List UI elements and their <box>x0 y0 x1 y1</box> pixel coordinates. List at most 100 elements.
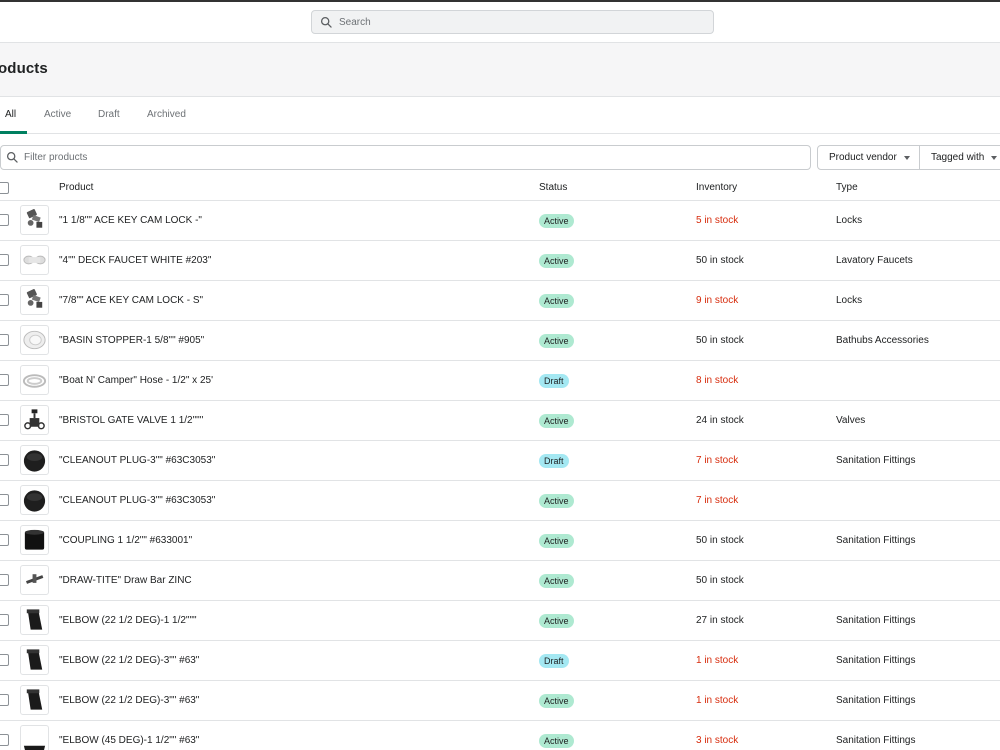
product-type: Valves <box>836 415 866 426</box>
tab-bar: All Active Draft Archived <box>0 97 1000 134</box>
inventory-count: 50 in stock <box>696 575 744 586</box>
product-vendor-dropdown[interactable]: Product vendor <box>817 145 920 170</box>
active-tab-indicator <box>0 131 27 134</box>
row-checkbox[interactable] <box>0 294 9 306</box>
product-thumbnail <box>20 445 49 475</box>
product-name[interactable]: "ELBOW (22 1/2 DEG)-1 1/2""" <box>59 615 197 626</box>
product-thumbnail <box>20 325 49 355</box>
product-type: Sanitation Fittings <box>836 455 916 466</box>
product-name[interactable]: "7/8"" ACE KEY CAM LOCK - S" <box>59 295 203 306</box>
tab-draft[interactable]: Draft <box>98 109 120 120</box>
top-bar: Search <box>0 2 1000 43</box>
product-thumbnail <box>20 485 49 515</box>
product-name[interactable]: "BASIN STOPPER-1 5/8"" #905" <box>59 335 204 346</box>
product-name[interactable]: "ELBOW (22 1/2 DEG)-3"" #63" <box>59 655 199 666</box>
product-name[interactable]: "Boat N' Camper" Hose - 1/2" x 25' <box>59 375 213 386</box>
table-row[interactable]: "ELBOW (22 1/2 DEG)-3"" #63" Draft 1 in st… <box>0 641 1000 681</box>
table-row[interactable]: "ELBOW (22 1/2 DEG)-3"" #63" Active 1 in s… <box>0 681 1000 721</box>
select-all-checkbox[interactable] <box>0 182 9 194</box>
inventory-count: 5 in stock <box>696 215 739 226</box>
tagged-with-dropdown[interactable]: Tagged with <box>919 145 1000 170</box>
tab-active[interactable]: Active <box>44 109 71 120</box>
row-checkbox[interactable] <box>0 574 9 586</box>
product-name[interactable]: "ELBOW (45 DEG)-1 1/2"" #63" <box>59 735 199 746</box>
tab-all[interactable]: All <box>5 109 16 120</box>
inventory-count: 7 in stock <box>696 455 739 466</box>
row-checkbox[interactable] <box>0 374 9 386</box>
status-badge: Active <box>539 214 574 228</box>
filter-placeholder: Filter products <box>24 152 88 163</box>
product-name[interactable]: "ELBOW (22 1/2 DEG)-3"" #63" <box>59 695 199 706</box>
header-inventory[interactable]: Inventory <box>696 182 737 193</box>
filter-products-input[interactable]: Filter products <box>0 145 811 170</box>
status-badge: Active <box>539 694 574 708</box>
row-checkbox[interactable] <box>0 214 9 226</box>
product-name[interactable]: "BRISTOL GATE VALVE 1 1/2""" <box>59 415 203 426</box>
product-name[interactable]: "DRAW-TITE" Draw Bar ZINC <box>59 575 192 586</box>
product-thumbnail <box>20 605 49 635</box>
row-checkbox[interactable] <box>0 494 9 506</box>
table-row[interactable]: "ELBOW (45 DEG)-1 1/2"" #63" Active 3 in s… <box>0 721 1000 750</box>
product-type: Bathubs Accessories <box>836 335 929 346</box>
table-row[interactable]: "ELBOW (22 1/2 DEG)-1 1/2""" Active 27 in … <box>0 601 1000 641</box>
tagged-with-label: Tagged with <box>931 152 985 163</box>
table-row[interactable]: "COUPLING 1 1/2"" #633001" Active 50 in st… <box>0 521 1000 561</box>
status-badge: Draft <box>539 374 569 388</box>
row-checkbox[interactable] <box>0 734 9 746</box>
status-badge: Active <box>539 414 574 428</box>
table-row[interactable]: "CLEANOUT PLUG-3"" #63C3053" Active 7 in s… <box>0 481 1000 521</box>
row-checkbox[interactable] <box>0 694 9 706</box>
search-placeholder: Search <box>339 16 371 28</box>
search-icon <box>320 16 332 28</box>
product-name[interactable]: "COUPLING 1 1/2"" #633001" <box>59 535 192 546</box>
table-row[interactable]: "7/8"" ACE KEY CAM LOCK - S" Active 9 in s… <box>0 281 1000 321</box>
row-checkbox[interactable] <box>0 654 9 666</box>
table-row[interactable]: "DRAW-TITE" Draw Bar ZINC Active 50 in sto… <box>0 561 1000 601</box>
row-checkbox[interactable] <box>0 534 9 546</box>
status-badge: Draft <box>539 454 569 468</box>
inventory-count: 50 in stock <box>696 255 744 266</box>
table-row[interactable]: "BASIN STOPPER-1 5/8"" #905" Active 50 in … <box>0 321 1000 361</box>
table-row[interactable]: "1 1/8"" ACE KEY CAM LOCK -" Active 5 in s… <box>0 201 1000 241</box>
table-row[interactable]: "CLEANOUT PLUG-3"" #63C3053" Draft 7 in st… <box>0 441 1000 481</box>
caret-down-icon <box>991 155 998 160</box>
status-badge: Draft <box>539 654 569 668</box>
inventory-count: 8 in stock <box>696 375 739 386</box>
search-icon <box>6 151 18 163</box>
product-type: Sanitation Fittings <box>836 535 916 546</box>
product-name[interactable]: "4"" DECK FAUCET WHITE #203" <box>59 255 211 266</box>
inventory-count: 7 in stock <box>696 495 739 506</box>
header-product[interactable]: Product <box>59 182 93 193</box>
status-badge: Active <box>539 294 574 308</box>
product-thumbnail <box>20 525 49 555</box>
table-row[interactable]: "4"" DECK FAUCET WHITE #203" Active 50 in … <box>0 241 1000 281</box>
product-thumbnail <box>20 685 49 715</box>
product-thumbnail <box>20 245 49 275</box>
status-badge: Active <box>539 254 574 268</box>
row-checkbox[interactable] <box>0 454 9 466</box>
inventory-count: 9 in stock <box>696 295 739 306</box>
inventory-count: 50 in stock <box>696 335 744 346</box>
status-badge: Active <box>539 614 574 628</box>
product-thumbnail <box>20 565 49 595</box>
product-type: Lavatory Faucets <box>836 255 913 266</box>
row-checkbox[interactable] <box>0 414 9 426</box>
row-checkbox[interactable] <box>0 254 9 266</box>
product-name[interactable]: "1 1/8"" ACE KEY CAM LOCK -" <box>59 215 202 226</box>
row-checkbox[interactable] <box>0 334 9 346</box>
tab-archived[interactable]: Archived <box>147 109 186 120</box>
table-row[interactable]: "BRISTOL GATE VALVE 1 1/2""" Active 24 in … <box>0 401 1000 441</box>
row-checkbox[interactable] <box>0 614 9 626</box>
product-type: Sanitation Fittings <box>836 735 916 746</box>
product-thumbnail <box>20 645 49 675</box>
product-thumbnail <box>20 205 49 235</box>
product-name[interactable]: "CLEANOUT PLUG-3"" #63C3053" <box>59 455 215 466</box>
table-row[interactable]: "Boat N' Camper" Hose - 1/2" x 25' Draft 8… <box>0 361 1000 401</box>
inventory-count: 24 in stock <box>696 415 744 426</box>
product-thumbnail <box>20 365 49 395</box>
product-name[interactable]: "CLEANOUT PLUG-3"" #63C3053" <box>59 495 215 506</box>
header-status[interactable]: Status <box>539 182 567 193</box>
global-search-input[interactable]: Search <box>311 10 714 34</box>
header-type[interactable]: Type <box>836 182 858 193</box>
inventory-count: 1 in stock <box>696 695 739 706</box>
